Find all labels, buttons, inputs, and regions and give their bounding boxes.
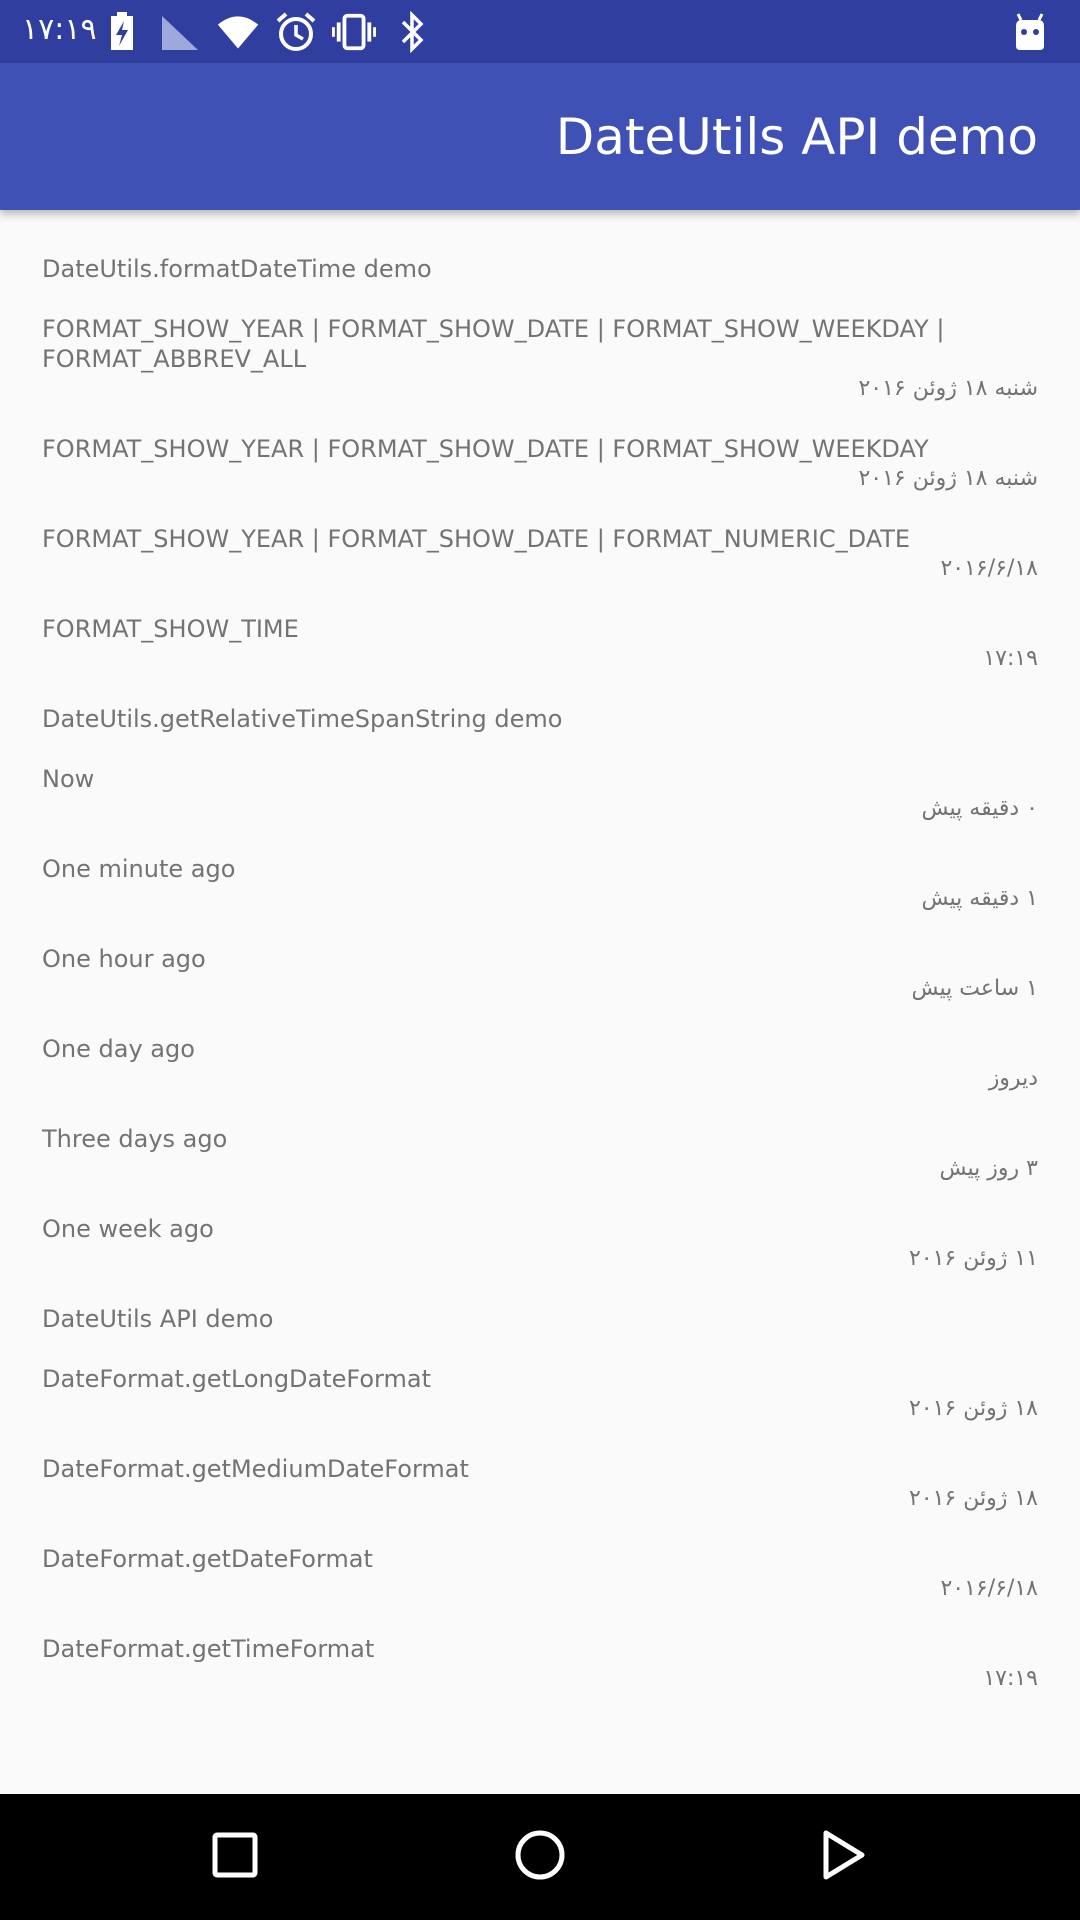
- wifi-icon: [216, 10, 260, 54]
- cell-signal-icon: [158, 10, 202, 54]
- list-item-value: ۱ دقیقه پیش: [921, 886, 1039, 911]
- alarm-icon: [274, 10, 318, 54]
- back-button[interactable]: [810, 1824, 876, 1890]
- list-item-label: DateFormat.getMediumDateFormat: [42, 1455, 469, 1483]
- list-item-label: Three days ago: [42, 1125, 228, 1153]
- status-bar: ۱۷:۱۹: [0, 0, 1080, 63]
- list-item-label: One minute ago: [42, 855, 236, 883]
- list-item-value: ۳ روز پیش: [939, 1156, 1039, 1181]
- list-item-value: ۱۷:۱۹: [983, 646, 1038, 671]
- app-bar: DateUtils API demo: [0, 63, 1080, 210]
- list-item-value: شنبه ۱۸ ژوئن ۲۰۱۶: [858, 376, 1038, 401]
- status-icons: [100, 10, 448, 54]
- battery-charging-icon: [100, 10, 144, 54]
- list-item-value: ۱۷:۱۹: [983, 1666, 1038, 1691]
- list-item-label: DateFormat.getDateFormat: [42, 1545, 373, 1573]
- list-item-value: ۲۰۱۶/۶/۱۸: [940, 556, 1038, 581]
- list-item-label: One week ago: [42, 1215, 214, 1243]
- recents-square-icon: [212, 1832, 258, 1882]
- list-item-value: شنبه ۱۸ ژوئن ۲۰۱۶: [858, 466, 1038, 491]
- list-item-label: One day ago: [42, 1035, 195, 1063]
- list-item-label: DateFormat.getLongDateFormat: [42, 1365, 431, 1393]
- android-debug-icon: [1010, 12, 1050, 52]
- list-item-label: FORMAT_SHOW_YEAR | FORMAT_SHOW_DATE | FO…: [42, 435, 929, 463]
- list-item-value: ۱۱ ژوئن ۲۰۱۶: [908, 1246, 1038, 1271]
- list-item-value: ۰ دقیقه پیش: [921, 796, 1039, 821]
- back-triangle-icon: [818, 1829, 868, 1885]
- list-item-value: دیروز: [988, 1066, 1038, 1091]
- recents-button[interactable]: [202, 1824, 268, 1890]
- section-header-relative: DateUtils.getRelativeTimeSpanString demo: [42, 705, 563, 733]
- list-item-label: FORMAT_SHOW_YEAR | FORMAT_SHOW_DATE | FO…: [42, 315, 945, 373]
- section-header-format: DateUtils.formatDateTime demo: [42, 255, 432, 283]
- list-item-label: Now: [42, 765, 95, 793]
- status-time: ۱۷:۱۹: [22, 12, 97, 47]
- content-list[interactable]: DateUtils.formatDateTime demo FORMAT_SHO…: [0, 210, 1080, 1794]
- list-item-value: ۲۰۱۶/۶/۱۸: [940, 1576, 1038, 1601]
- home-button[interactable]: [507, 1824, 573, 1890]
- navigation-bar: [0, 1794, 1080, 1920]
- app-title: DateUtils API demo: [555, 108, 1038, 166]
- vibrate-icon: [332, 10, 376, 54]
- bluetooth-icon: [390, 10, 434, 54]
- section-header-api: DateUtils API demo: [42, 1305, 274, 1333]
- list-item-value: ۱۸ ژوئن ۲۰۱۶: [908, 1396, 1038, 1421]
- list-item-value: ۱۸ ژوئن ۲۰۱۶: [908, 1486, 1038, 1511]
- list-item-value: ۱ ساعت پیش: [911, 976, 1039, 1001]
- list-item-label: DateFormat.getTimeFormat: [42, 1635, 375, 1663]
- list-item-label: FORMAT_SHOW_TIME: [42, 615, 299, 643]
- list-item-label: One hour ago: [42, 945, 206, 973]
- home-circle-icon: [514, 1829, 566, 1885]
- list-item-label: FORMAT_SHOW_YEAR | FORMAT_SHOW_DATE | FO…: [42, 525, 911, 553]
